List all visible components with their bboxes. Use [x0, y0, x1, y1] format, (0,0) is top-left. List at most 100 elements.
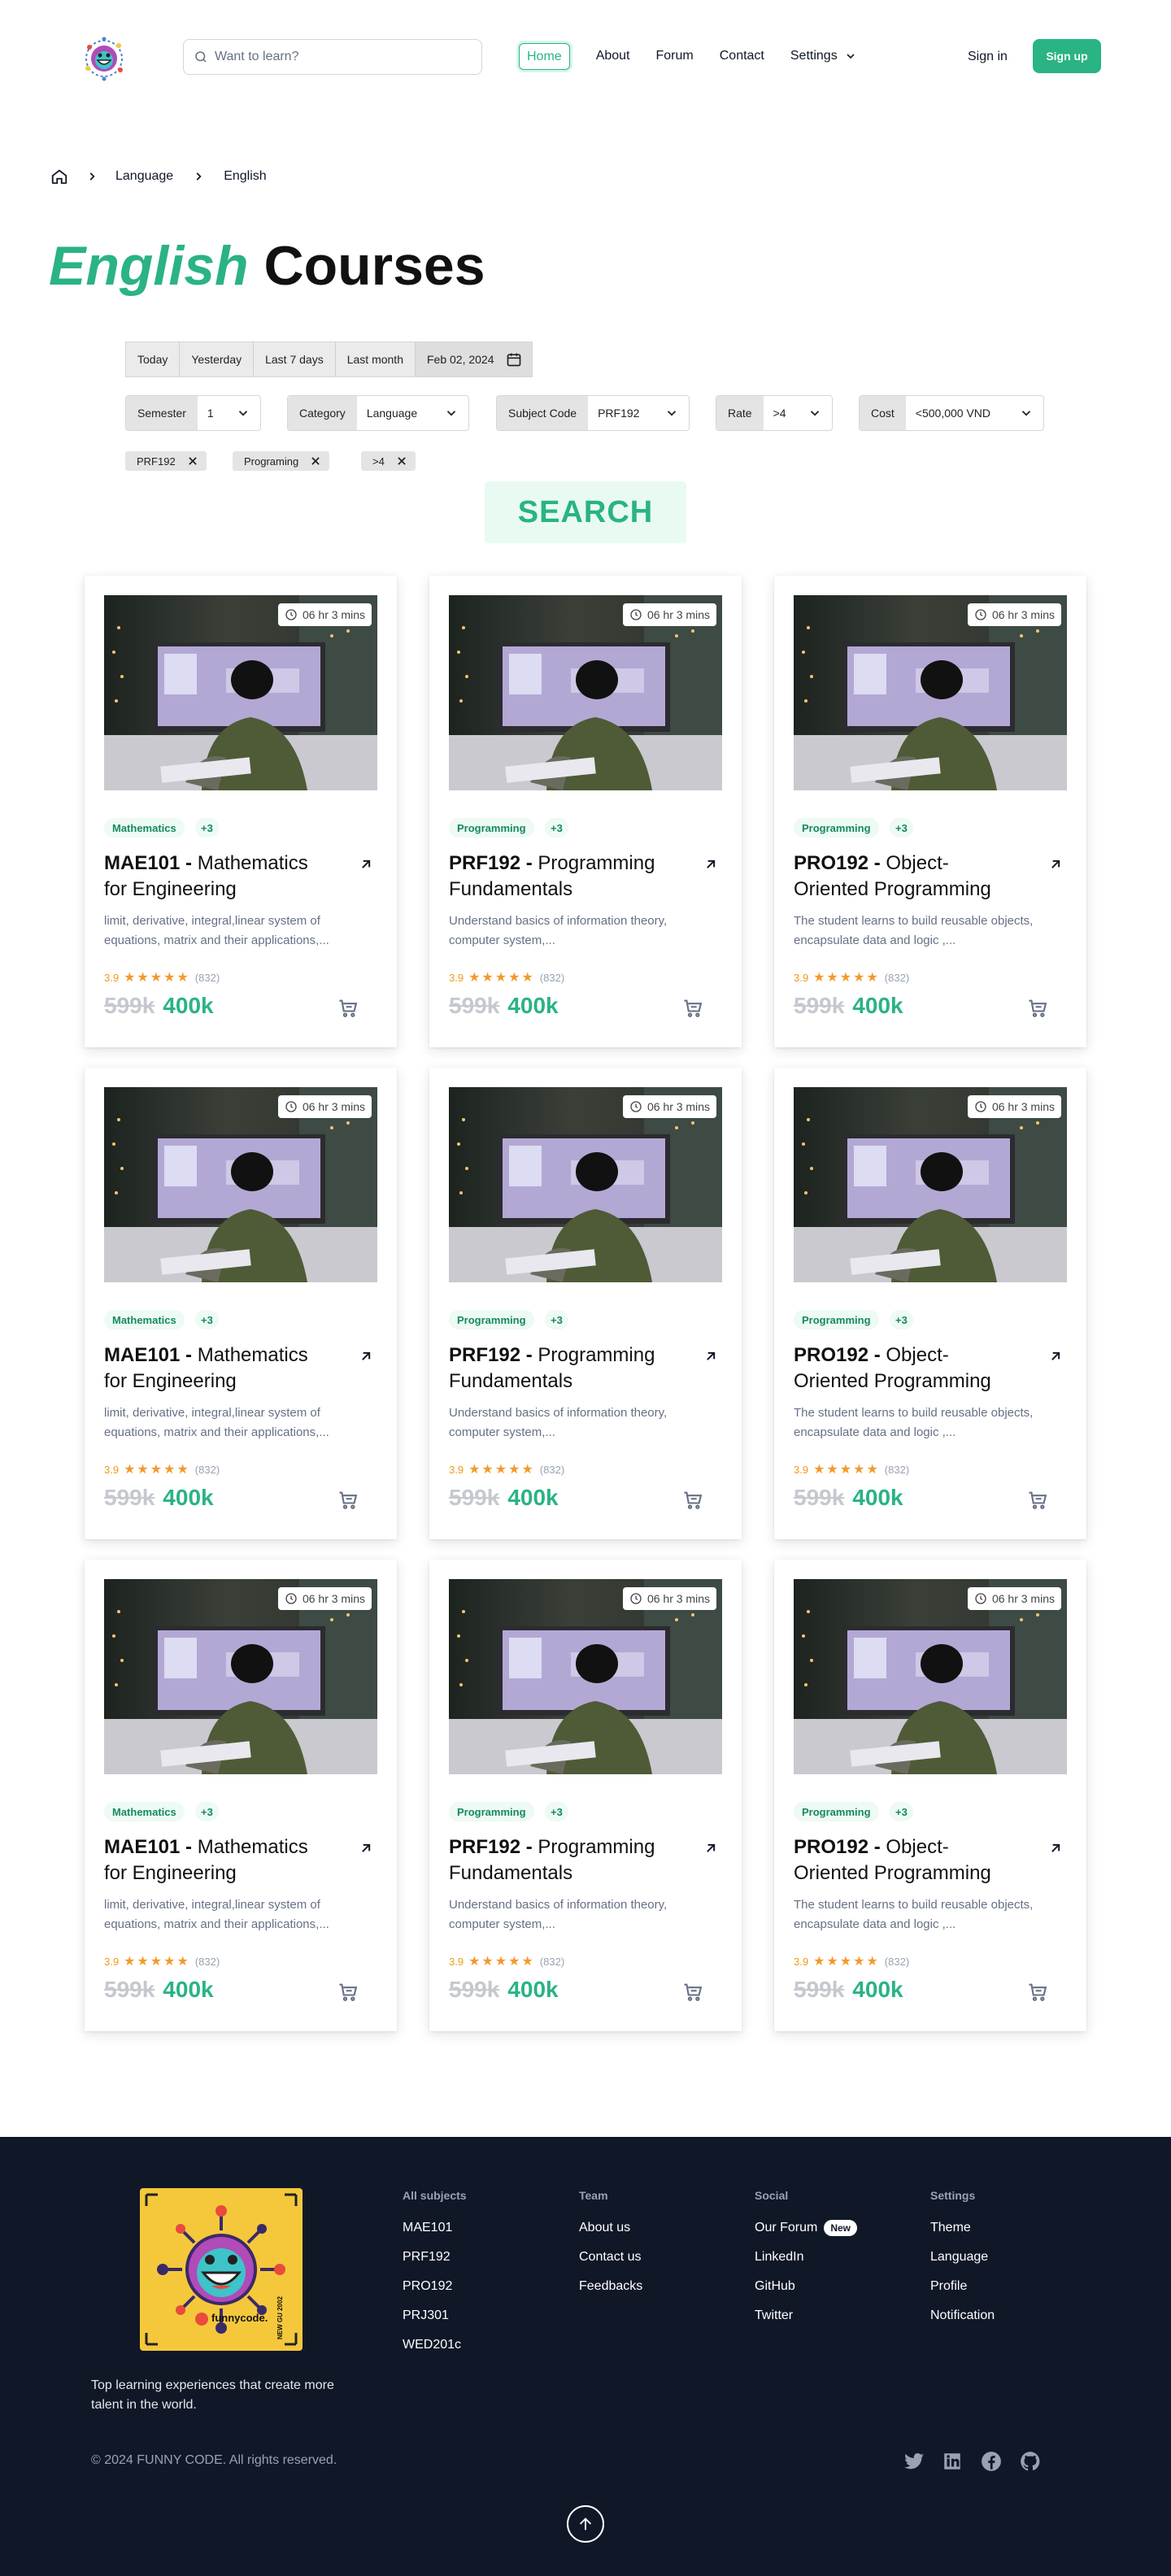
course-card[interactable]: 06 hr 3 mins Mathematics +3 MAE101 - Mat…	[85, 1068, 397, 1539]
footer-link[interactable]: Profile	[930, 2272, 995, 2301]
filter-select[interactable]: Language	[357, 396, 468, 430]
course-thumbnail[interactable]: 06 hr 3 mins	[104, 1579, 377, 1774]
nav-about[interactable]: About	[596, 42, 630, 70]
arrow-up-right-icon[interactable]	[358, 1348, 374, 1364]
more-tags-badge[interactable]: +3	[890, 818, 913, 838]
breadcrumb-item[interactable]: Language	[115, 169, 173, 184]
close-icon[interactable]	[187, 455, 198, 467]
arrow-up-right-icon[interactable]	[1047, 1348, 1064, 1364]
date-last7-button[interactable]: Last 7 days	[254, 342, 336, 376]
course-card[interactable]: 06 hr 3 mins Mathematics +3 MAE101 - Mat…	[85, 576, 397, 1047]
footer-link[interactable]: PRO192	[403, 2272, 467, 2301]
category-tag[interactable]: Programming	[794, 1802, 879, 1821]
filter-subject-code[interactable]: Subject Code PRF192	[496, 395, 690, 431]
filter-select[interactable]: PRF192	[588, 396, 689, 430]
course-thumbnail[interactable]: 06 hr 3 mins	[449, 1087, 722, 1282]
more-tags-badge[interactable]: +3	[890, 1310, 913, 1329]
course-card[interactable]: 06 hr 3 mins Mathematics +3 MAE101 - Mat…	[85, 1560, 397, 2031]
footer-link[interactable]: Notification	[930, 2301, 995, 2330]
sign-in-link[interactable]: Sign in	[968, 50, 1008, 64]
footer-link[interactable]: Theme	[930, 2213, 995, 2243]
footer-link-forum[interactable]: Our Forum New	[755, 2213, 858, 2243]
course-title[interactable]: PRF192 - Programming Fundamentals	[449, 851, 677, 903]
nav-contact[interactable]: Contact	[720, 42, 764, 70]
cart-icon[interactable]	[337, 1981, 359, 2004]
course-title[interactable]: MAE101 - Mathematics for Engineering	[104, 851, 332, 903]
filter-select[interactable]: >4	[764, 396, 832, 430]
scroll-to-top-button[interactable]	[567, 2505, 604, 2543]
category-tag[interactable]: Programming	[794, 818, 879, 838]
course-card[interactable]: 06 hr 3 mins Programming +3 PRO192 - Obj…	[774, 1560, 1086, 2031]
footer-link[interactable]: WED201c	[403, 2330, 467, 2360]
course-title[interactable]: PRF192 - Programming Fundamentals	[449, 1834, 677, 1886]
footer-link[interactable]: PRF192	[403, 2243, 467, 2272]
date-today-button[interactable]: Today	[126, 342, 181, 376]
course-thumbnail[interactable]: 06 hr 3 mins	[449, 1579, 722, 1774]
nav-home[interactable]: Home	[519, 42, 570, 70]
course-thumbnail[interactable]: 06 hr 3 mins	[794, 1087, 1067, 1282]
cart-icon[interactable]	[681, 997, 704, 1020]
more-tags-badge[interactable]: +3	[545, 1310, 568, 1329]
footer-link[interactable]: Feedbacks	[579, 2272, 642, 2301]
course-card[interactable]: 06 hr 3 mins Programming +3 PRO192 - Obj…	[774, 576, 1086, 1047]
footer-link[interactable]: PRJ301	[403, 2301, 467, 2330]
date-picker[interactable]: Feb 02, 2024	[415, 342, 532, 376]
close-icon[interactable]	[310, 455, 321, 467]
category-tag[interactable]: Mathematics	[104, 1802, 185, 1821]
more-tags-badge[interactable]: +3	[545, 1802, 568, 1821]
arrow-up-right-icon[interactable]	[358, 1840, 374, 1856]
footer-link[interactable]: GitHub	[755, 2272, 857, 2301]
course-card[interactable]: 06 hr 3 mins Programming +3 PRF192 - Pro…	[429, 576, 742, 1047]
arrow-up-right-icon[interactable]	[1047, 856, 1064, 872]
filter-category[interactable]: Category Language	[287, 395, 469, 431]
category-tag[interactable]: Programming	[449, 1310, 534, 1329]
cart-icon[interactable]	[337, 1489, 359, 1512]
footer-link[interactable]: LinkedIn	[755, 2243, 857, 2272]
more-tags-badge[interactable]: +3	[545, 818, 568, 838]
home-icon[interactable]	[50, 168, 68, 185]
cart-icon[interactable]	[681, 1489, 704, 1512]
course-thumbnail[interactable]: 06 hr 3 mins	[794, 1579, 1067, 1774]
course-thumbnail[interactable]: 06 hr 3 mins	[449, 595, 722, 790]
filter-semester[interactable]: Semester 1	[125, 395, 261, 431]
funnycode-logo[interactable]	[78, 33, 130, 85]
more-tags-badge[interactable]: +3	[890, 1802, 913, 1821]
course-title[interactable]: PRF192 - Programming Fundamentals	[449, 1342, 677, 1395]
filter-cost[interactable]: Cost <500,000 VND	[859, 395, 1044, 431]
course-title[interactable]: PRO192 - Object-Oriented Programming	[794, 1834, 1021, 1886]
arrow-up-right-icon[interactable]	[358, 856, 374, 872]
footer-link[interactable]: Language	[930, 2243, 995, 2272]
category-tag[interactable]: Mathematics	[104, 818, 185, 838]
footer-link[interactable]: Twitter	[755, 2301, 857, 2330]
github-icon[interactable]	[1020, 2451, 1041, 2472]
cart-icon[interactable]	[1026, 997, 1049, 1020]
twitter-icon[interactable]	[903, 2451, 925, 2472]
footer-link[interactable]: Contact us	[579, 2243, 642, 2272]
course-thumbnail[interactable]: 06 hr 3 mins	[104, 595, 377, 790]
category-tag[interactable]: Programming	[449, 1802, 534, 1821]
sign-up-button[interactable]: Sign up	[1033, 39, 1101, 73]
cart-icon[interactable]	[1026, 1981, 1049, 2004]
cart-icon[interactable]	[337, 997, 359, 1020]
filter-select[interactable]: 1	[198, 396, 260, 430]
facebook-icon[interactable]	[981, 2451, 1002, 2472]
course-thumbnail[interactable]: 06 hr 3 mins	[794, 595, 1067, 790]
arrow-up-right-icon[interactable]	[703, 1840, 719, 1856]
more-tags-badge[interactable]: +3	[195, 1310, 219, 1329]
nav-forum[interactable]: Forum	[656, 42, 694, 70]
search-box[interactable]	[183, 39, 482, 75]
filter-select[interactable]: <500,000 VND	[906, 396, 1043, 430]
course-title[interactable]: MAE101 - Mathematics for Engineering	[104, 1834, 332, 1886]
course-title[interactable]: PRO192 - Object-Oriented Programming	[794, 851, 1021, 903]
course-card[interactable]: 06 hr 3 mins Programming +3 PRF192 - Pro…	[429, 1560, 742, 2031]
filter-rate[interactable]: Rate >4	[716, 395, 833, 431]
course-thumbnail[interactable]: 06 hr 3 mins	[104, 1087, 377, 1282]
course-card[interactable]: 06 hr 3 mins Programming +3 PRO192 - Obj…	[774, 1068, 1086, 1539]
cart-icon[interactable]	[681, 1981, 704, 2004]
more-tags-badge[interactable]: +3	[195, 1802, 219, 1821]
search-input[interactable]	[215, 50, 459, 64]
linkedin-icon[interactable]	[942, 2451, 963, 2472]
footer-link[interactable]: MAE101	[403, 2213, 467, 2243]
category-tag[interactable]: Programming	[449, 818, 534, 838]
category-tag[interactable]: Programming	[794, 1310, 879, 1329]
